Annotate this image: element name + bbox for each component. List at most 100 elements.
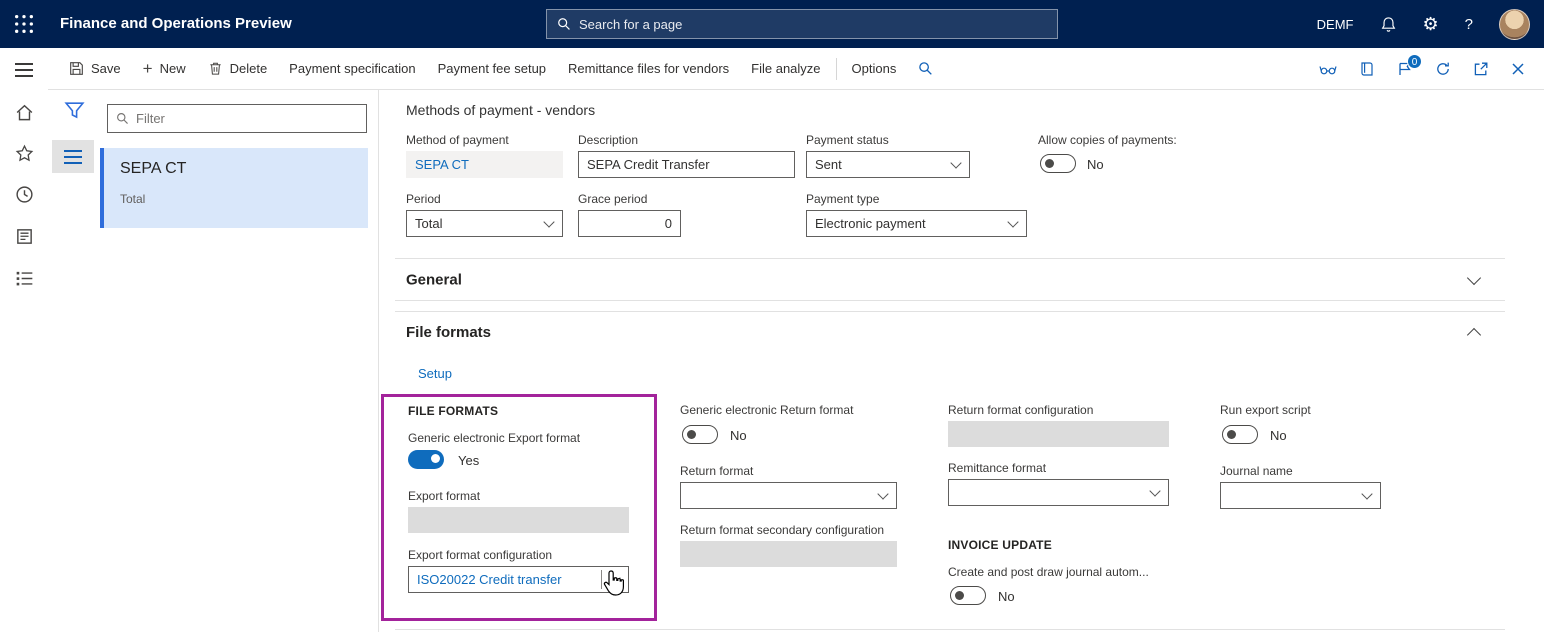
allow-copies-toggle[interactable] — [1040, 154, 1076, 173]
help-icon[interactable]: ? — [1465, 16, 1473, 33]
favorites-star-icon[interactable] — [14, 143, 34, 163]
notification-badge: 0 — [1407, 54, 1422, 69]
generic-return-label: Generic electronic Return format — [680, 403, 853, 417]
remittance-format-select[interactable] — [948, 479, 1169, 506]
export-config-value: ISO20022 Credit transfer — [417, 572, 562, 587]
method-of-payment-field[interactable]: SEPA CT — [406, 151, 563, 178]
save-icon — [69, 61, 84, 76]
chevron-down-icon — [1149, 485, 1160, 496]
allow-copies-label: Allow copies of payments: — [1038, 133, 1177, 147]
plus-icon: + — [143, 60, 153, 77]
chevron-down-icon — [877, 488, 888, 499]
file-analyze-button[interactable]: File analyze — [740, 48, 831, 90]
description-field[interactable] — [578, 151, 795, 178]
company-picker[interactable]: DEMF — [1317, 17, 1354, 32]
list-lines-icon — [64, 150, 82, 164]
recent-clock-icon[interactable] — [14, 184, 34, 204]
return-secondary-label: Return format secondary configuration — [680, 523, 884, 537]
grace-period-field[interactable] — [578, 210, 681, 237]
chevron-down-icon[interactable] — [1467, 270, 1481, 284]
create-post-label: Create and post draw journal autom... — [948, 565, 1149, 579]
remittance-files-button[interactable]: Remittance files for vendors — [557, 48, 740, 90]
new-button[interactable]: + New — [132, 48, 197, 90]
file-formats-group-heading: FILE FORMATS — [408, 404, 498, 418]
settings-gear-icon[interactable]: ⚙ — [1423, 15, 1439, 33]
page-title: Methods of payment - vendors — [406, 102, 595, 118]
task-list-icon[interactable] — [14, 268, 34, 288]
create-post-toggle-label: No — [998, 589, 1015, 604]
payment-specification-button[interactable]: Payment specification — [278, 48, 426, 90]
search-icon — [918, 61, 933, 76]
new-label: New — [160, 61, 186, 76]
return-secondary-field — [680, 541, 897, 567]
export-config-select[interactable]: ISO20022 Credit transfer — [408, 566, 629, 593]
setup-tab[interactable]: Setup — [418, 366, 452, 381]
remittance-files-label: Remittance files for vendors — [568, 61, 729, 76]
grace-period-input[interactable] — [587, 216, 672, 231]
options-button[interactable]: Options — [841, 48, 908, 90]
payment-status-select[interactable]: Sent — [806, 151, 970, 178]
generic-export-toggle-label: Yes — [458, 453, 479, 468]
panel-divider — [378, 90, 379, 632]
return-format-label: Return format — [680, 464, 753, 478]
nav-rail — [0, 48, 48, 632]
close-icon[interactable] — [1500, 48, 1536, 90]
refresh-icon[interactable] — [1424, 48, 1462, 90]
chevron-down-icon — [1361, 488, 1372, 499]
glasses-icon[interactable] — [1308, 48, 1348, 90]
list-item-sepa-ct[interactable]: SEPA CT Total — [100, 148, 368, 228]
notifications-bell-icon[interactable] — [1380, 16, 1397, 33]
topbar-search[interactable] — [546, 9, 1058, 39]
page-search-input[interactable] — [579, 17, 1047, 32]
payment-status-label: Payment status — [806, 133, 889, 147]
run-export-label: Run export script — [1220, 403, 1311, 417]
options-label: Options — [852, 61, 897, 76]
delete-button[interactable]: Delete — [197, 48, 279, 90]
grace-period-label: Grace period — [578, 192, 647, 206]
description-input[interactable] — [587, 157, 786, 172]
file-formats-section-title: File formats — [406, 324, 491, 341]
chevron-up-icon[interactable] — [1467, 328, 1481, 342]
actionbar-search-button[interactable] — [907, 48, 944, 90]
period-select[interactable]: Total — [406, 210, 563, 237]
generic-export-toggle[interactable] — [408, 450, 444, 469]
payment-fee-setup-label: Payment fee setup — [438, 61, 546, 76]
export-format-label: Export format — [408, 489, 480, 503]
generic-export-label: Generic electronic Export format — [408, 431, 580, 445]
avatar[interactable] — [1499, 9, 1530, 40]
highlight-box: FILE FORMATS Generic electronic Export f… — [381, 394, 657, 621]
save-button[interactable]: Save — [58, 48, 132, 90]
payment-fee-setup-button[interactable]: Payment fee setup — [427, 48, 557, 90]
run-export-toggle[interactable] — [1222, 425, 1258, 444]
app-title: Finance and Operations Preview — [60, 0, 292, 48]
journal-name-select[interactable] — [1220, 482, 1381, 509]
save-label: Save — [91, 61, 121, 76]
payment-type-select[interactable]: Electronic payment — [806, 210, 1027, 237]
return-format-select[interactable] — [680, 482, 897, 509]
book-icon[interactable] — [1348, 48, 1386, 90]
list-filter[interactable] — [107, 104, 367, 133]
news-page-icon[interactable] — [14, 226, 34, 246]
home-icon[interactable] — [14, 102, 34, 122]
chevron-down-icon — [950, 157, 961, 168]
nav-hamburger-icon[interactable] — [14, 60, 34, 80]
filter-input[interactable] — [136, 111, 358, 126]
payment-specification-label: Payment specification — [289, 61, 415, 76]
delete-label: Delete — [230, 61, 268, 76]
journal-name-label: Journal name — [1220, 464, 1293, 478]
open-in-new-window-icon[interactable] — [1462, 48, 1500, 90]
return-config-field — [948, 421, 1169, 447]
actionbar-right-icons: 0 — [1308, 48, 1544, 90]
generic-return-toggle[interactable] — [682, 425, 718, 444]
actionbar-divider — [836, 58, 837, 80]
remittance-format-label: Remittance format — [948, 461, 1046, 475]
create-post-toggle[interactable] — [950, 586, 986, 605]
invoice-update-heading: INVOICE UPDATE — [948, 538, 1052, 552]
filter-funnel-icon[interactable] — [64, 100, 85, 124]
messages-icon[interactable]: 0 — [1386, 48, 1424, 90]
general-section-header[interactable]: General — [395, 258, 1505, 301]
waffle-menu-icon[interactable] — [11, 11, 37, 37]
method-of-payment-label: Method of payment — [406, 133, 509, 147]
payment-type-label: Payment type — [806, 192, 879, 206]
list-view-toggle[interactable] — [52, 140, 94, 173]
